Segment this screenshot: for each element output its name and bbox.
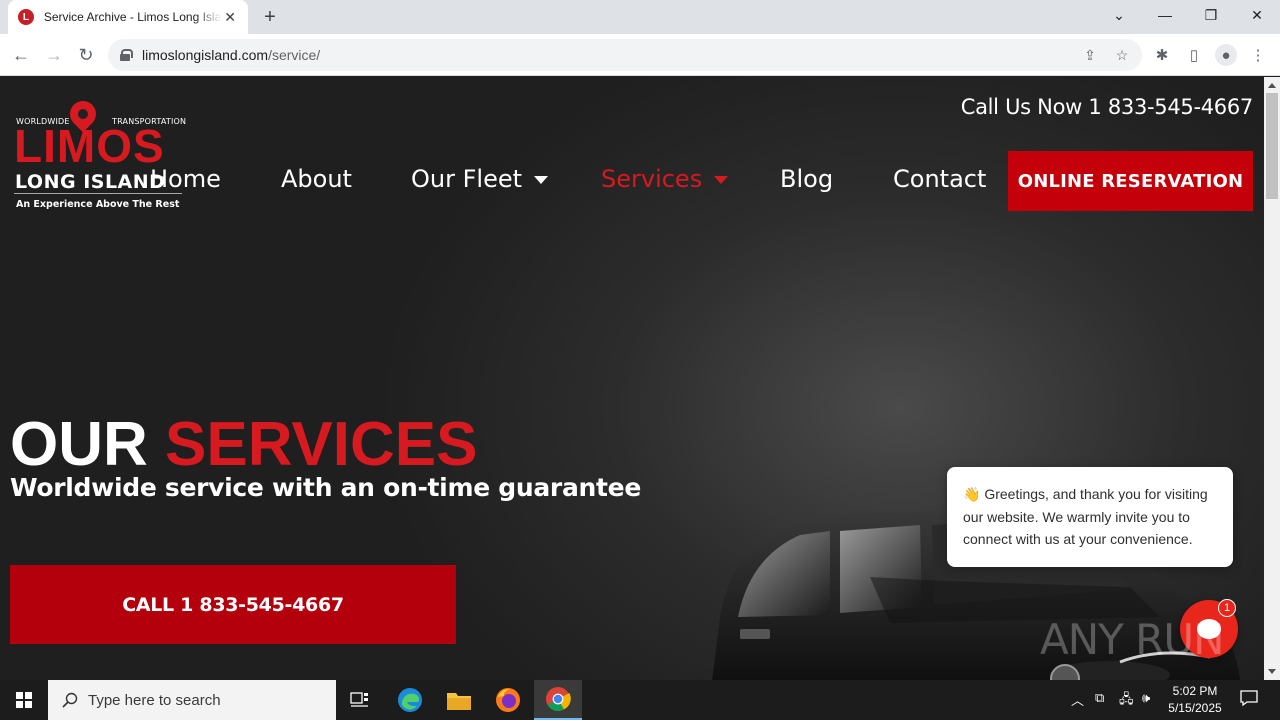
browser-tab-strip: L Service Archive - Limos Long Island ✕ … (0, 0, 1280, 34)
hero-title-red: SERVICES (165, 410, 478, 479)
anyrun-watermark: ANY RUN (1040, 615, 1224, 664)
network-icon[interactable]: 🖧 (1119, 690, 1134, 712)
notification-center-icon[interactable] (1240, 689, 1258, 710)
logo-divider (14, 193, 182, 194)
call-us-phone[interactable]: Call Us Now 1 833-545-4667 (961, 95, 1254, 119)
caret-down-icon (714, 176, 729, 184)
nav-home[interactable]: Home (150, 165, 221, 193)
task-view-icon[interactable] (336, 680, 384, 720)
waving-hand-icon: 👋 (963, 486, 981, 502)
lock-icon[interactable] (120, 49, 133, 61)
page-viewport: Call Us Now 1 833-545-4667 WORLDWIDE TRA… (0, 77, 1264, 680)
clock-date: 5/15/2025 (1168, 701, 1222, 715)
chrome-taskbar-icon[interactable] (534, 680, 582, 720)
windows-taskbar: Type here to search ︿ ⧉ 🖧 🕪 5:02 PM 5/15… (0, 680, 1280, 720)
scroll-thumb[interactable] (1266, 93, 1278, 199)
forward-arrow-icon[interactable]: → (42, 43, 66, 67)
hero-subtitle: Worldwide service with an on-time guaran… (10, 473, 641, 502)
side-panel-icon[interactable]: ▯ (1183, 44, 1205, 66)
tab-title: Service Archive - Limos Long Island (43, 10, 223, 24)
extensions-puzzle-icon[interactable]: ✱ (1151, 44, 1173, 66)
firefox-icon[interactable] (484, 680, 532, 720)
restore-window-icon[interactable]: ❐ (1188, 0, 1234, 30)
scroll-down-arrow-icon[interactable] (1268, 669, 1276, 674)
taskbar-clock[interactable]: 5:02 PM 5/15/2025 (1162, 683, 1228, 717)
caret-down-icon (534, 176, 549, 184)
file-explorer-icon[interactable] (435, 680, 483, 720)
logo-tagline: An Experience Above The Rest (16, 199, 180, 210)
taskbar-search-box[interactable]: Type here to search (48, 680, 336, 720)
new-tab-icon[interactable]: + (258, 5, 282, 29)
logo-name: LIMOS (14, 120, 165, 172)
search-icon (62, 692, 78, 708)
hero-title: OUR SERVICES (10, 409, 477, 481)
show-hidden-icons-chevron-icon[interactable]: ︿ (1071, 690, 1084, 709)
back-arrow-icon[interactable]: ← (9, 43, 33, 67)
logo-subname: LONG ISLAND (15, 171, 166, 193)
network-adapter-icon[interactable]: ⧉ (1095, 690, 1104, 706)
site-logo[interactable]: WORLDWIDE TRANSPORTATION LIMOS LONG ISLA… (14, 95, 194, 213)
call-phone-button[interactable]: CALL 1 833-545-4667 (10, 565, 456, 644)
nav-about[interactable]: About (281, 165, 352, 193)
share-icon[interactable]: ⇪ (1082, 47, 1098, 63)
url-host: limoslongisland.com (142, 47, 269, 63)
clock-time: 5:02 PM (1172, 684, 1218, 698)
nav-services-label: Services (601, 165, 703, 193)
start-button[interactable] (0, 680, 48, 720)
reload-icon[interactable]: ↻ (74, 43, 98, 67)
volume-icon[interactable]: 🕪 (1142, 690, 1150, 706)
hero-title-white: OUR (10, 410, 148, 479)
bookmark-star-icon[interactable]: ☆ (1114, 47, 1130, 63)
online-reservation-button[interactable]: ONLINE RESERVATION (1008, 151, 1253, 211)
nav-our-fleet-label: Our Fleet (411, 165, 523, 193)
windows-logo-icon (16, 692, 32, 708)
nav-contact[interactable]: Contact (893, 165, 986, 193)
site-favicon-icon: L (18, 9, 34, 25)
chat-greeting-bubble[interactable]: 👋 Greetings, and thank you for visiting … (947, 467, 1233, 567)
chrome-menu-icon[interactable]: ⋮ (1247, 44, 1269, 66)
taskbar-search-placeholder: Type here to search (88, 691, 221, 709)
edge-browser-icon[interactable] (386, 680, 434, 720)
scroll-up-arrow-icon[interactable] (1268, 83, 1276, 88)
nav-our-fleet[interactable]: Our Fleet (411, 165, 549, 193)
minimize-window-icon[interactable]: — (1142, 0, 1188, 30)
browser-tab[interactable]: L Service Archive - Limos Long Island ✕ (8, 0, 248, 34)
tab-close-icon[interactable]: ✕ (222, 9, 238, 25)
nav-blog[interactable]: Blog (780, 165, 833, 193)
nav-services[interactable]: Services (601, 165, 729, 193)
close-window-icon[interactable]: ✕ (1234, 0, 1280, 30)
browser-toolbar: ← → ↻ limoslongisland.com/service/ ⇪ ☆ ✱… (0, 34, 1280, 76)
page-scrollbar[interactable] (1264, 77, 1280, 680)
address-bar[interactable]: limoslongisland.com/service/ ⇪ ☆ (108, 39, 1142, 71)
url-path: /service/ (268, 47, 321, 63)
profile-avatar-icon[interactable]: ● (1215, 44, 1237, 66)
tab-search-chevron-icon[interactable]: ⌄ (1096, 0, 1142, 30)
chat-greeting-text: Greetings, and thank you for visiting ou… (963, 486, 1208, 547)
